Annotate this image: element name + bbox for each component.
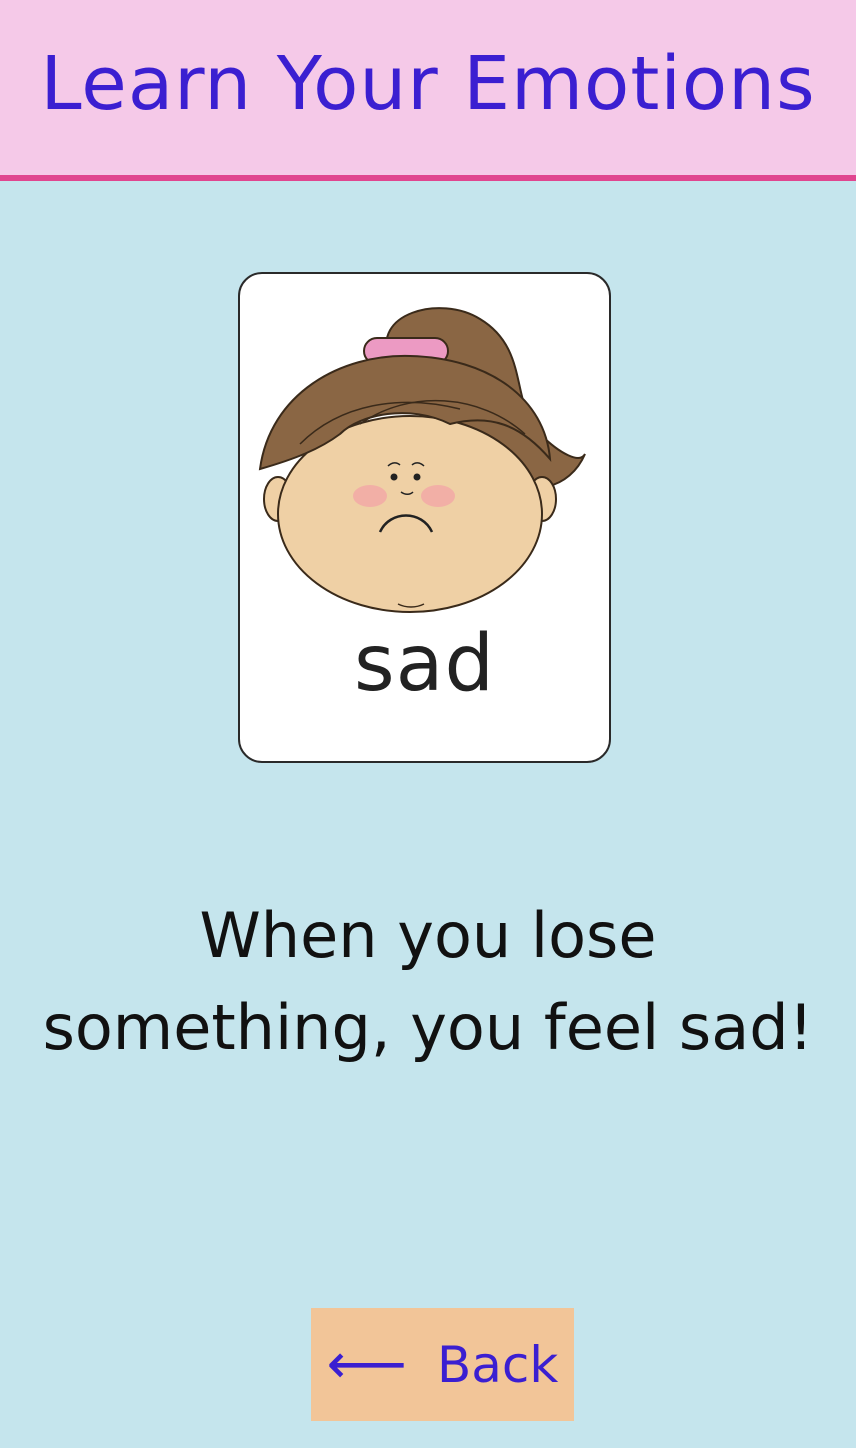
- description-line-1: When you lose: [199, 899, 657, 972]
- back-arrow-icon: ⟵: [326, 1332, 407, 1397]
- app-header: Learn Your Emotions: [0, 0, 856, 181]
- back-button-label: Back: [436, 1335, 559, 1394]
- page-title: Learn Your Emotions: [40, 40, 816, 127]
- description-line-2: something, you feel sad!: [42, 991, 814, 1064]
- emotion-word: sad: [354, 619, 495, 709]
- back-button[interactable]: ⟵ Back: [311, 1308, 574, 1421]
- emotion-description: When you lose something, you feel sad!: [0, 890, 856, 1074]
- emotion-card: sad: [238, 272, 611, 763]
